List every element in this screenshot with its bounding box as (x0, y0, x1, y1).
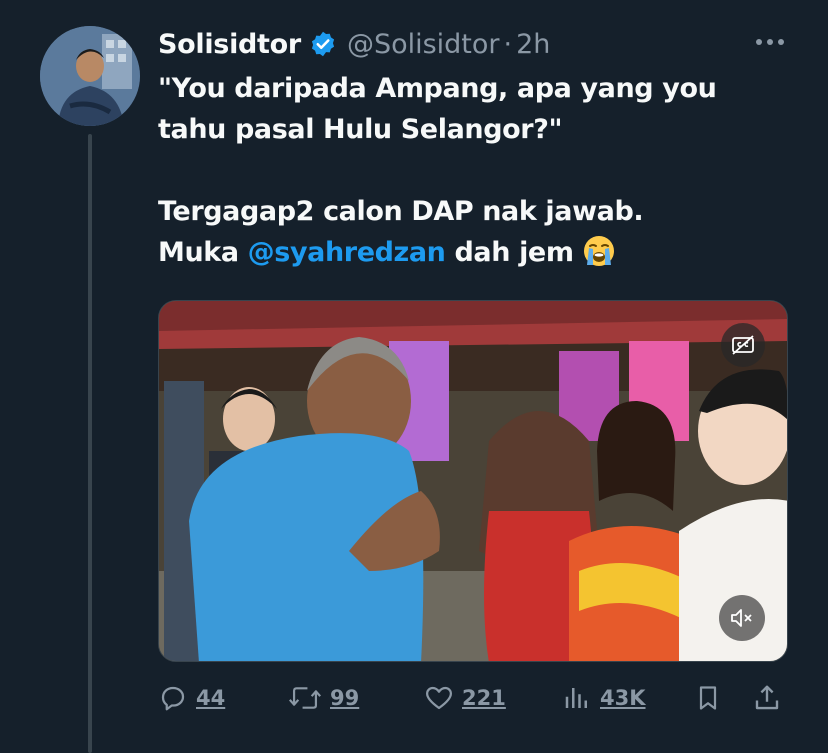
reply-count: 44 (196, 686, 226, 710)
tweet-line: tahu pasal Hulu Selangor?" (158, 114, 563, 145)
author-name[interactable]: Solisidtor (158, 29, 301, 60)
reply-icon (158, 683, 188, 713)
video-frame (159, 301, 787, 661)
thread-line (88, 134, 92, 753)
retweet-button[interactable]: 99 (288, 676, 359, 720)
tweet-text-segment: Muka (158, 237, 248, 268)
views-count: 43K (600, 686, 646, 710)
speaker-muted-icon[interactable] (719, 595, 765, 641)
tweet-line: Tergagap2 calon DAP nak jawab. (158, 196, 644, 227)
views-chart-icon (562, 683, 592, 713)
tweet-line: "You daripada Ampang, apa yang you (158, 73, 717, 104)
video-player[interactable] (158, 300, 788, 662)
retweet-icon (288, 683, 322, 713)
more-options-icon[interactable] (752, 30, 788, 54)
closed-captions-off-icon[interactable] (721, 323, 765, 367)
reply-button[interactable]: 44 (158, 676, 225, 720)
share-icon (752, 683, 782, 713)
tweet-text-segment: dah jem (445, 237, 574, 268)
mention-link[interactable]: @syahredzan (248, 237, 446, 268)
heart-icon (424, 683, 454, 713)
like-count: 221 (462, 686, 506, 710)
tweet-actions: 44 99 221 43K (158, 676, 788, 720)
views-button[interactable]: 43K (562, 676, 646, 720)
header-separator: · (503, 28, 513, 60)
loudly-crying-face-emoji-icon (583, 235, 615, 267)
verified-badge-icon (309, 30, 337, 58)
tweet-time[interactable]: 2h (516, 29, 550, 60)
tweet-header: Solisidtor @Solisidtor · 2h (158, 24, 550, 64)
tweet-text: "You daripada Ampang, apa yang you tahu … (158, 68, 798, 273)
author-handle[interactable]: @Solisidtor (347, 29, 500, 60)
avatar[interactable] (40, 26, 140, 126)
bookmark-icon (694, 683, 722, 713)
tweet-line-gap (158, 150, 798, 191)
like-button[interactable]: 221 (424, 676, 506, 720)
bookmark-button[interactable] (694, 676, 722, 720)
tweet-line: Muka @syahredzan dah jem (158, 232, 798, 273)
retweet-count: 99 (330, 686, 360, 710)
avatar-photo (40, 26, 140, 126)
share-button[interactable] (752, 676, 782, 720)
